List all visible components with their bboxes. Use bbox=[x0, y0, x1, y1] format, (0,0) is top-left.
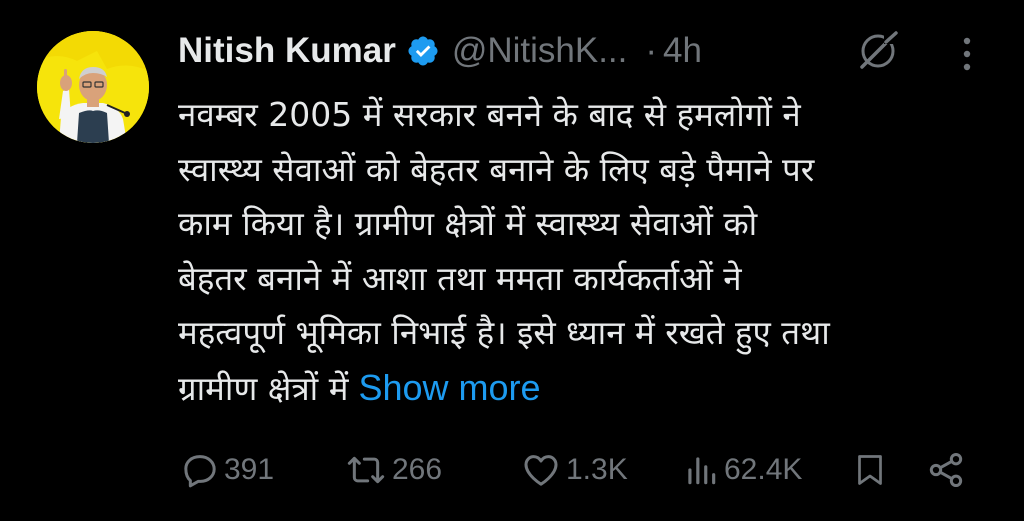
action-bar: 391 266 1.3K 62.4K bbox=[0, 444, 1024, 496]
tweet-text-line: बेहतर बनाने में आशा तथा ममता कार्यकर्ताओ… bbox=[178, 258, 742, 298]
tweet-text-line: महत्वपूर्ण भूमिका निभाई है। इसे ध्यान मे… bbox=[178, 313, 830, 352]
avatar[interactable] bbox=[37, 31, 149, 143]
verified-badge-icon[interactable] bbox=[406, 34, 440, 68]
share-button[interactable] bbox=[926, 444, 966, 496]
user-handle[interactable]: @NitishK... bbox=[452, 31, 628, 71]
reply-count: 391 bbox=[224, 453, 275, 486]
reply-icon bbox=[180, 450, 220, 490]
tweet-text-line: स्वास्थ्य सेवाओं को बेहतर बनाने के लिए ब… bbox=[178, 149, 815, 189]
tweet-card[interactable]: Nitish Kumar @NitishK... · 4h नवम्बर 200… bbox=[0, 0, 1024, 521]
bookmark-button[interactable] bbox=[852, 444, 888, 496]
like-count: 1.3K bbox=[566, 453, 628, 486]
tweet-text-line: काम किया है। ग्रामीण क्षेत्रों में स्वास… bbox=[178, 204, 758, 243]
grok-icon[interactable] bbox=[856, 29, 900, 73]
display-name[interactable]: Nitish Kumar bbox=[178, 31, 396, 71]
views-button[interactable]: 62.4K bbox=[682, 444, 802, 496]
repost-count: 266 bbox=[392, 453, 443, 486]
show-more-link[interactable]: Show more bbox=[358, 367, 540, 408]
more-icon[interactable] bbox=[955, 32, 979, 76]
like-icon bbox=[520, 450, 562, 490]
avatar-image bbox=[37, 31, 149, 143]
tweet-text-line: ग्रामीण क्षेत्रों में bbox=[178, 368, 349, 408]
separator-dot: · bbox=[645, 31, 658, 70]
tweet-text: नवम्बर 2005 में सरकार बनने के बाद से हमल… bbox=[178, 88, 998, 416]
reply-button[interactable]: 391 bbox=[180, 444, 274, 496]
bookmark-icon bbox=[852, 450, 888, 490]
tweet-header: Nitish Kumar @NitishK... · 4h bbox=[178, 24, 702, 78]
views-icon bbox=[682, 450, 720, 490]
views-count: 62.4K bbox=[724, 453, 803, 486]
repost-icon bbox=[344, 450, 388, 490]
tweet-text-last-line: ग्रामीण क्षेत्रों में Show more bbox=[178, 361, 998, 417]
timestamp[interactable]: 4h bbox=[663, 31, 702, 71]
like-button[interactable]: 1.3K bbox=[520, 444, 628, 496]
tweet-text-line: नवम्बर 2005 में सरकार बनने के बाद से हमल… bbox=[178, 95, 801, 134]
repost-button[interactable]: 266 bbox=[344, 444, 442, 496]
share-icon bbox=[926, 450, 966, 490]
